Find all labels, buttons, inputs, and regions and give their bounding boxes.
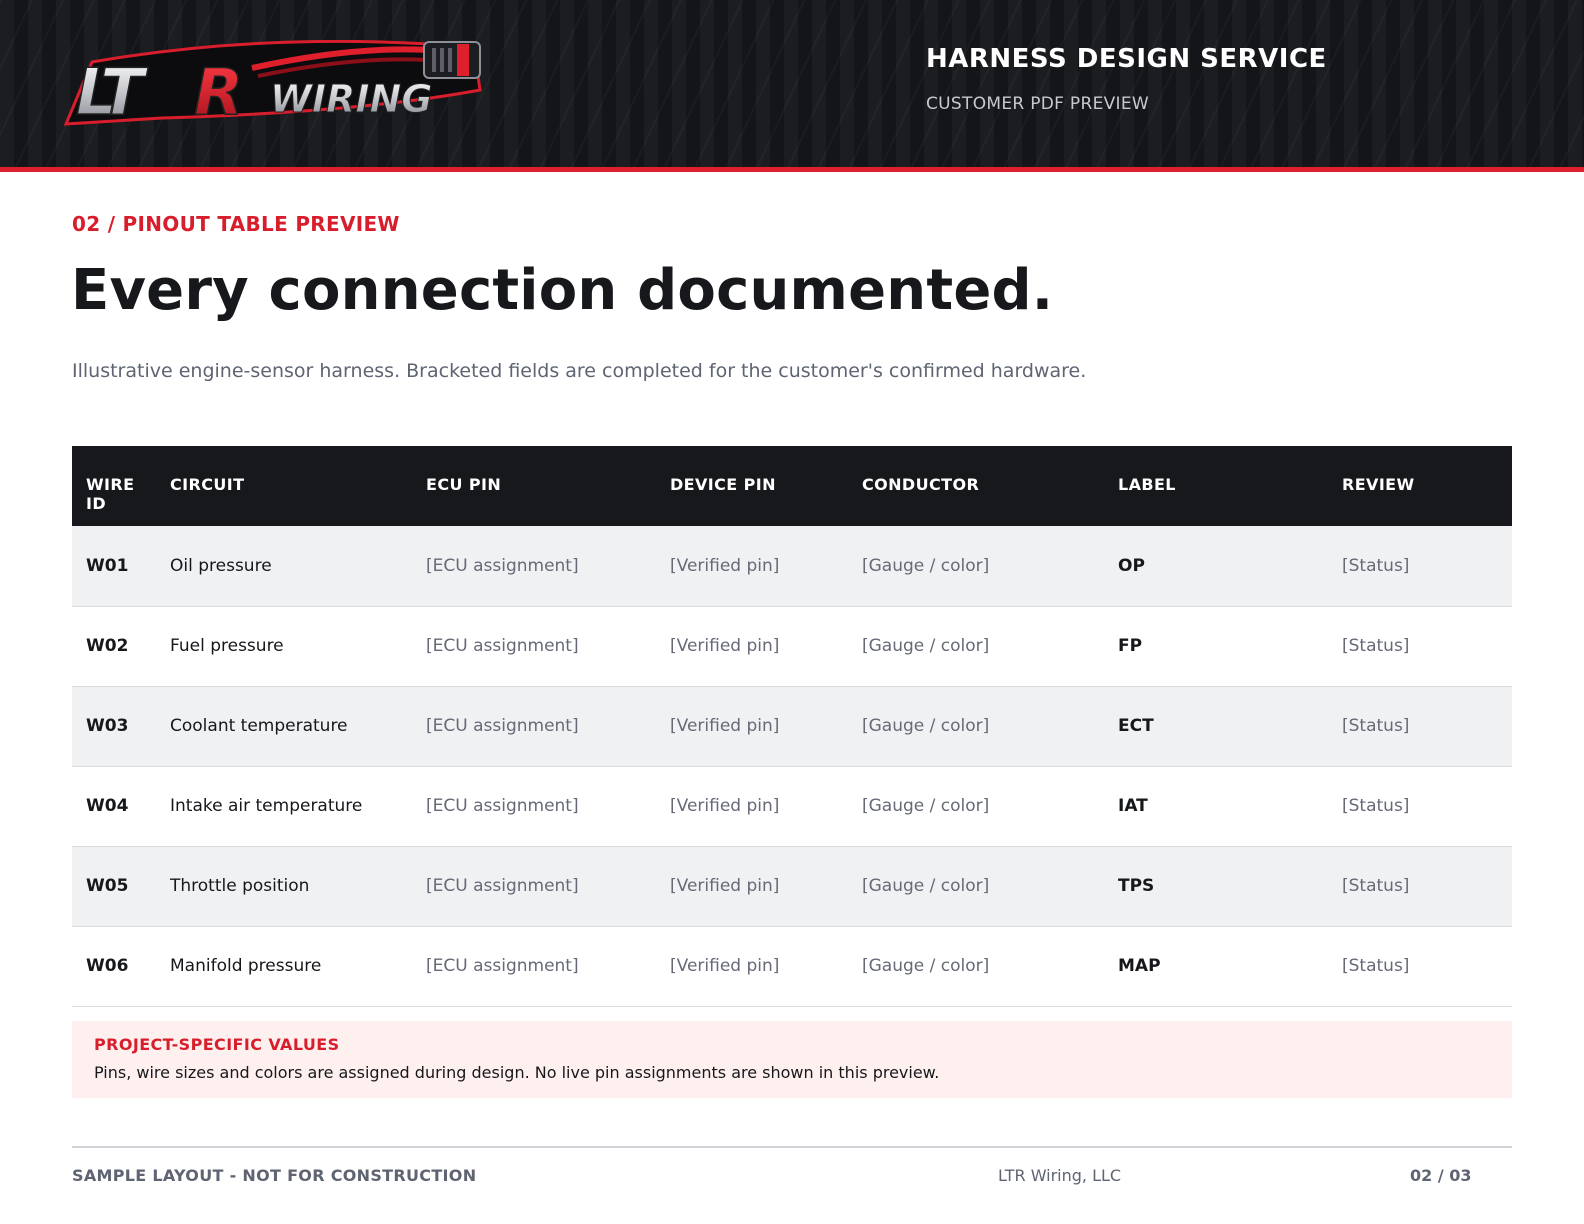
review-cell: [Status]	[1328, 606, 1512, 687]
circuit-cell: Oil pressure	[156, 526, 412, 607]
wire-id-cell: W02	[72, 606, 156, 687]
ecu-pin-cell: [ECU assignment]	[412, 926, 656, 1007]
conductor-cell: [Gauge / color]	[848, 766, 1104, 847]
conductor-cell: [Gauge / color]	[848, 926, 1104, 1007]
conductor-cell: [Gauge / color]	[848, 606, 1104, 687]
label-cell: ECT	[1104, 686, 1328, 767]
table-row: W04 Intake air temperature [ECU assignme…	[72, 766, 1512, 847]
note-text: Pins, wire sizes and colors are assigned…	[94, 1063, 940, 1082]
header-subtitle: CUSTOMER PDF PREVIEW	[926, 94, 1150, 114]
ecu-pin-cell: [ECU assignment]	[412, 846, 656, 927]
label-cell: IAT	[1104, 766, 1328, 847]
pinout-table: WIRE ID CIRCUIT ECU PIN DEVICE PIN CONDUC…	[72, 446, 1512, 1007]
device-pin-cell: [Verified pin]	[656, 606, 848, 687]
label-cell: OP	[1104, 526, 1328, 607]
label-cell: FP	[1104, 606, 1328, 687]
project-values-note: PROJECT-SPECIFIC VALUES Pins, wire sizes…	[72, 1021, 1512, 1098]
device-pin-cell: [Verified pin]	[656, 686, 848, 767]
wire-id-cell: W01	[72, 526, 156, 607]
conductor-cell: [Gauge / color]	[848, 686, 1104, 767]
device-pin-cell: [Verified pin]	[656, 846, 848, 927]
column-header-device-pin: DEVICE PIN	[656, 446, 848, 526]
device-pin-cell: [Verified pin]	[656, 926, 848, 1007]
column-header-conductor: CONDUCTOR	[848, 446, 1104, 526]
page-header: LT R WIRING HARNESS DESIGN SERVICE CUSTO…	[0, 0, 1584, 172]
column-header-circuit: CIRCUIT	[156, 446, 412, 526]
footer-disclaimer: SAMPLE LAYOUT - NOT FOR CONSTRUCTION	[72, 1166, 477, 1185]
table-row: W03 Coolant temperature [ECU assignment]…	[72, 686, 1512, 767]
footer-divider	[72, 1146, 1512, 1148]
column-header-ecu-pin: ECU PIN	[412, 446, 656, 526]
wire-id-cell: W05	[72, 846, 156, 927]
wire-id-cell: W06	[72, 926, 156, 1007]
table-row: W05 Throttle position [ECU assignment] […	[72, 846, 1512, 927]
note-title: PROJECT-SPECIFIC VALUES	[94, 1035, 340, 1054]
section-kicker: 02 / PINOUT TABLE PREVIEW	[72, 212, 400, 236]
footer-company: LTR Wiring, LLC	[998, 1166, 1122, 1185]
intro-text: Illustrative engine-sensor harness. Brac…	[72, 360, 1087, 382]
review-cell: [Status]	[1328, 846, 1512, 927]
table-row: W06 Manifold pressure [ECU assignment] […	[72, 926, 1512, 1007]
circuit-cell: Fuel pressure	[156, 606, 412, 687]
device-pin-cell: [Verified pin]	[656, 766, 848, 847]
column-header-review: REVIEW	[1328, 446, 1512, 526]
review-cell: [Status]	[1328, 766, 1512, 847]
ecu-pin-cell: [ECU assignment]	[412, 686, 656, 767]
review-cell: [Status]	[1328, 526, 1512, 607]
label-cell: MAP	[1104, 926, 1328, 1007]
ecu-pin-cell: [ECU assignment]	[412, 606, 656, 687]
circuit-cell: Throttle position	[156, 846, 412, 927]
circuit-cell: Intake air temperature	[156, 766, 412, 847]
page-title: Every connection documented.	[71, 258, 1054, 323]
ecu-pin-cell: [ECU assignment]	[412, 766, 656, 847]
review-cell: [Status]	[1328, 926, 1512, 1007]
svg-text:R: R	[194, 56, 243, 130]
table-row: W01 Oil pressure [ECU assignment] [Verif…	[72, 526, 1512, 607]
svg-text:WIRING: WIRING	[270, 77, 432, 121]
page-number: 02 / 03	[1410, 1166, 1472, 1185]
table-header-row: WIRE ID CIRCUIT ECU PIN DEVICE PIN CONDUC…	[72, 446, 1512, 526]
ltr-wiring-logo: LT R WIRING	[63, 40, 482, 130]
circuit-cell: Manifold pressure	[156, 926, 412, 1007]
header-title: HARNESS DESIGN SERVICE	[926, 44, 1327, 74]
wire-id-cell: W04	[72, 766, 156, 847]
column-header-label: LABEL	[1104, 446, 1328, 526]
circuit-cell: Coolant temperature	[156, 686, 412, 767]
device-pin-cell: [Verified pin]	[656, 526, 848, 607]
table-row: W02 Fuel pressure [ECU assignment] [Veri…	[72, 606, 1512, 687]
review-cell: [Status]	[1328, 686, 1512, 767]
wire-id-cell: W03	[72, 686, 156, 767]
conductor-cell: [Gauge / color]	[848, 846, 1104, 927]
column-header-wire-id: WIRE ID	[72, 446, 156, 526]
svg-text:LT: LT	[76, 56, 148, 130]
ecu-pin-cell: [ECU assignment]	[412, 526, 656, 607]
conductor-cell: [Gauge / color]	[848, 526, 1104, 607]
label-cell: TPS	[1104, 846, 1328, 927]
